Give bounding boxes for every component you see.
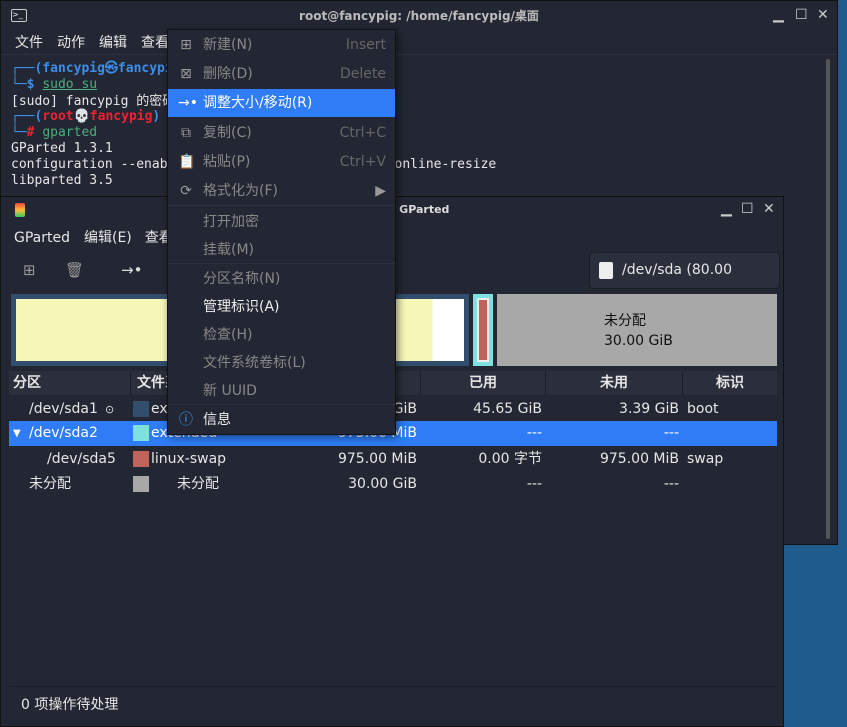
- menu-item-delete[interactable]: ⊠ 删除(D) Delete: [168, 60, 395, 88]
- window-title: root@fancypig: /home/fancypig/桌面: [299, 9, 539, 23]
- menu-separator: [168, 205, 395, 206]
- new-icon: ⊞: [180, 37, 192, 53]
- menu-item-fs-label[interactable]: 文件系统卷标(L): [168, 349, 395, 377]
- menu-item-paste[interactable]: 📋 粘贴(P) Ctrl+V: [168, 148, 395, 176]
- menu-item-copy[interactable]: ⧉ 复制(C) Ctrl+C: [168, 119, 395, 147]
- terminal-menubar: 文件 动作 编辑 查看: [1, 31, 837, 55]
- menu-item-information[interactable]: ⓘ 信息: [168, 406, 395, 434]
- menu-item-manage-flags[interactable]: 管理标识(A): [168, 293, 395, 321]
- device-selector[interactable]: /dev/sda (80.00 GiB)▼: [589, 252, 780, 313]
- minimize-button[interactable]: ▁: [721, 201, 732, 217]
- menu-edit[interactable]: 编辑(E): [84, 230, 132, 246]
- output-line: libparted 3.5: [11, 173, 113, 188]
- copy-icon: ⧉: [181, 125, 191, 141]
- maximize-button[interactable]: ☐: [795, 7, 808, 23]
- col-partition[interactable]: 分区: [9, 371, 131, 395]
- minimize-button[interactable]: ▁: [773, 7, 784, 23]
- partition-graphic-extended[interactable]: [473, 294, 493, 366]
- menu-item-format-as[interactable]: ⟳ 格式化为(F) ▶: [168, 177, 395, 205]
- new-partition-icon[interactable]: ⊞: [23, 261, 36, 279]
- command: gparted: [42, 125, 98, 140]
- prompt-line: ┌──(fancypig㉿fancypig): [11, 61, 188, 76]
- info-icon: ⓘ: [179, 412, 193, 428]
- status-bar: 0 项操作待处理: [21, 697, 119, 713]
- partition-graphic-unallocated[interactable]: 未分配 30.00 GiB: [497, 294, 777, 366]
- menu-item-check[interactable]: 检查(H): [168, 321, 395, 349]
- menu-gparted[interactable]: GParted: [14, 230, 70, 246]
- scrollbar[interactable]: [826, 59, 830, 539]
- paste-icon: 📋: [178, 154, 196, 170]
- resize-move-icon: →•: [178, 95, 198, 111]
- menu-separator: [168, 404, 395, 405]
- col-flags[interactable]: 标识: [683, 371, 777, 395]
- menu-item-partition-name[interactable]: 分区名称(N): [168, 265, 395, 293]
- close-button[interactable]: ✕: [817, 7, 829, 23]
- menu-item-open-encryption[interactable]: 打开加密: [168, 208, 395, 236]
- format-icon: ⟳: [180, 183, 192, 199]
- maximize-button[interactable]: ☐: [741, 201, 754, 217]
- menu-file[interactable]: 文件: [15, 35, 43, 51]
- output-line: GParted 1.3.1: [11, 141, 113, 156]
- menu-item-new-uuid[interactable]: 新 UUID: [168, 377, 395, 405]
- menu-view[interactable]: 查看: [141, 35, 169, 51]
- menu-separator: [168, 263, 395, 264]
- output-line: [sudo] fancypig 的密码：: [11, 94, 189, 109]
- delete-partition-icon[interactable]: 🗑: [65, 261, 84, 279]
- col-used[interactable]: 已用: [421, 371, 546, 395]
- menu-item-new[interactable]: ⊞ 新建(N) Insert: [168, 31, 395, 59]
- disk-icon: [599, 262, 613, 279]
- menu-action[interactable]: 动作: [57, 35, 85, 51]
- submenu-arrow-icon: ▶: [375, 183, 386, 199]
- menu-edit[interactable]: 编辑: [99, 35, 127, 51]
- close-button[interactable]: ✕: [763, 201, 775, 217]
- menu-item-mount[interactable]: 挂载(M): [168, 236, 395, 264]
- command: sudo su: [42, 77, 98, 92]
- menu-item-resize-move[interactable]: →• 调整大小/移动(R): [168, 89, 395, 117]
- resize-move-icon[interactable]: →•: [121, 261, 142, 279]
- col-unused[interactable]: 未用: [546, 371, 683, 395]
- partition-context-menu: ⊞ 新建(N) Insert ⊠ 删除(D) Delete →• 调整大小/移动(R) ⧉ 复制(…: [167, 29, 396, 435]
- delete-icon: ⊠: [180, 66, 192, 82]
